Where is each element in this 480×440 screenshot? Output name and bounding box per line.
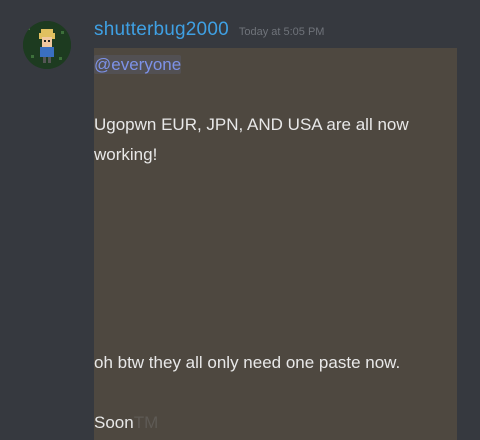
trademark-text: TM [133, 413, 159, 432]
message-line-2: working! [94, 145, 158, 164]
username[interactable]: shutterbug2000 [94, 19, 229, 41]
soon-text: Soon [94, 413, 134, 432]
pixel-character-avatar-icon [23, 21, 71, 69]
everyone-mention[interactable]: @everyone [94, 55, 182, 74]
message-line-3: oh btw they all only need one paste now. [94, 353, 401, 372]
message-line-4: SoonTM [94, 411, 158, 435]
message-header: shutterbug2000 Today at 5:05 PM [94, 19, 324, 43]
mention-highlight [94, 48, 457, 440]
message-timestamp: Today at 5:05 PM [238, 26, 325, 38]
message-line-1: Ugopwn EUR, JPN, AND USA are all now [94, 115, 409, 134]
message-line-mention: @everyone [94, 53, 182, 77]
user-avatar[interactable] [23, 21, 71, 69]
chat-message: shutterbug2000 Today at 5:05 PM @everyon… [0, 0, 480, 440]
